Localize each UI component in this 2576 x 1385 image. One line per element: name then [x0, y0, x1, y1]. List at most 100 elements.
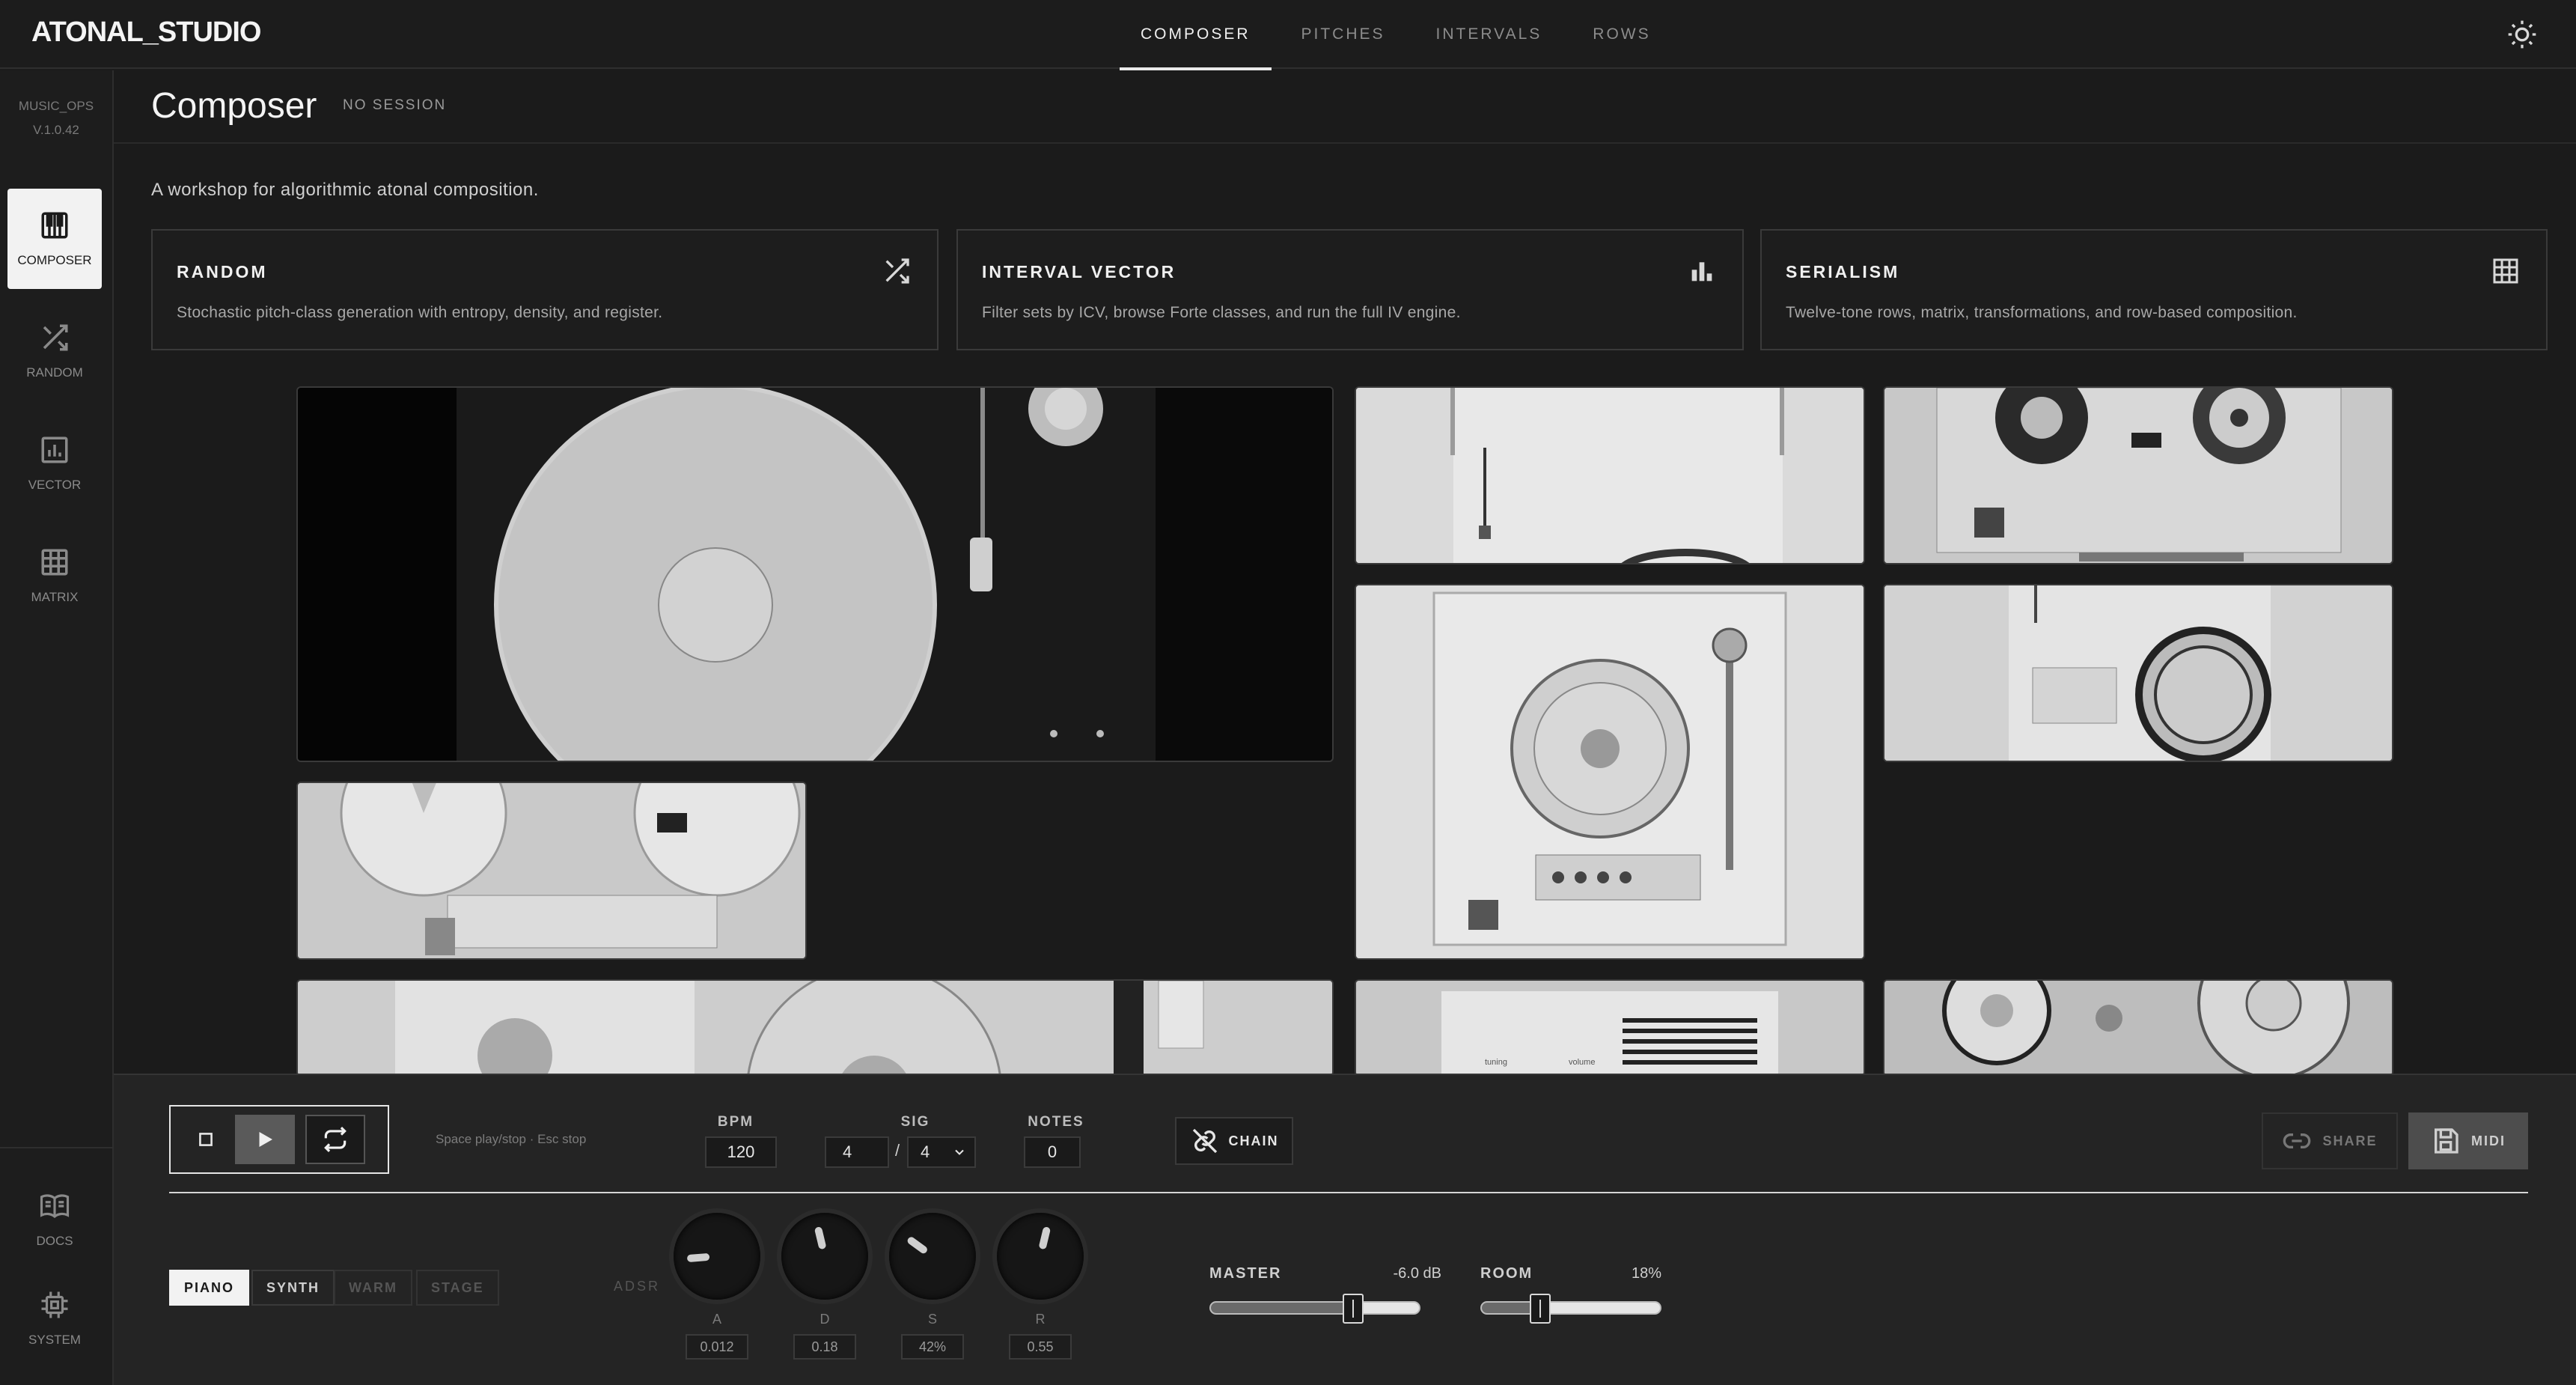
stop-icon	[199, 1133, 213, 1146]
sidebar-item-random[interactable]: RANDOM	[7, 301, 102, 401]
knob-pointer	[686, 1252, 710, 1263]
master-label: MASTER	[1209, 1265, 1282, 1282]
midi-export-button[interactable]: MIDI	[2408, 1112, 2528, 1169]
chain-button[interactable]: CHAIN	[1175, 1117, 1293, 1165]
panel-divider	[169, 1192, 2528, 1193]
sig-denominator-value: 4	[921, 1142, 930, 1161]
master-slider-thumb[interactable]	[1342, 1294, 1364, 1324]
top-nav: COMPOSER PITCHES INTERVALS ROWS	[1115, 0, 1676, 70]
sidebar-item-docs[interactable]: DOCS	[7, 1178, 102, 1261]
bpm-label: BPM	[717, 1114, 754, 1130]
tuning-label: tuning	[1485, 1058, 1507, 1067]
share-button[interactable]: SHARE	[2262, 1112, 2398, 1169]
chip-icon	[41, 1291, 68, 1318]
theme-toggle-button[interactable]	[2503, 15, 2542, 54]
unlink-icon	[1192, 1128, 1217, 1154]
sig-denominator-select[interactable]: 4	[907, 1136, 976, 1168]
tab-pitches[interactable]: PITCHES	[1276, 0, 1411, 69]
sun-icon	[2508, 20, 2536, 49]
preset-stage[interactable]: STAGE	[416, 1270, 499, 1306]
card-description: Stochastic pitch-class generation with e…	[177, 304, 663, 321]
sustain-value: 42%	[901, 1334, 964, 1360]
attack-value: 0.012	[686, 1334, 748, 1360]
playback-panel: Space play/stop · Esc stop BPM 120 SIG 4…	[114, 1074, 2576, 1385]
gallery-tile-turntable-long[interactable]	[296, 979, 1334, 1077]
shuffle-icon	[885, 258, 909, 284]
sidebar-item-label: SYSTEM	[28, 1333, 81, 1347]
sig-numerator-input[interactable]: 4	[825, 1136, 889, 1168]
gallery-tile-radio-panel[interactable]	[1355, 386, 1865, 564]
reel-tape-closeup-image	[1884, 981, 2392, 1075]
gallery-tile-radio-speaker[interactable]	[1883, 584, 2393, 762]
top-bar: ATONAL_STUDIO COMPOSER PITCHES INTERVALS…	[0, 0, 2576, 70]
bar-chart-icon	[41, 436, 68, 463]
notes-count: 0	[1024, 1136, 1081, 1168]
book-icon	[40, 1194, 70, 1219]
attack-knob[interactable]	[674, 1213, 760, 1300]
tab-rows[interactable]: ROWS	[1567, 0, 1676, 69]
preset-piano[interactable]: PIANO	[169, 1270, 250, 1306]
loop-button[interactable]	[305, 1115, 365, 1164]
card-description: Twelve-tone rows, matrix, transformation…	[1786, 304, 2298, 321]
main-content: Composer NO SESSION A workshop for algor…	[114, 70, 2576, 1077]
share-label: SHARE	[2322, 1133, 2378, 1148]
turntable-image	[298, 388, 1332, 761]
grid-icon	[2493, 258, 2518, 284]
piano-icon	[41, 212, 68, 239]
card-interval-vector[interactable]: INTERVAL VECTOR Filter sets by ICV, brow…	[956, 229, 1744, 350]
play-button[interactable]	[235, 1115, 295, 1164]
stop-button[interactable]	[187, 1115, 225, 1164]
radio-speaker-image	[1884, 585, 2392, 761]
room-slider-track[interactable]	[1480, 1301, 1661, 1315]
loop-icon	[324, 1127, 347, 1152]
gallery-tile-radio-tuning[interactable]: tuning volume	[1355, 979, 1865, 1077]
decay-label: D	[820, 1312, 830, 1327]
gallery-tile-turntable[interactable]	[296, 386, 1334, 762]
card-serialism[interactable]: SERIALISM Twelve-tone rows, matrix, tran…	[1760, 229, 2548, 350]
gallery-tile-reel-tape-deck[interactable]	[296, 782, 807, 960]
preset-warm[interactable]: WARM	[334, 1270, 412, 1306]
tab-composer[interactable]: COMPOSER	[1115, 0, 1276, 70]
release-knob[interactable]	[997, 1213, 1084, 1300]
card-random[interactable]: RANDOM Stochastic pitch-class generation…	[151, 229, 938, 350]
room-slider-thumb[interactable]	[1529, 1294, 1551, 1324]
attack-label: A	[712, 1312, 721, 1327]
decay-value: 0.18	[793, 1334, 856, 1360]
sidebar-item-matrix[interactable]: MATRIX	[7, 526, 102, 626]
sidebar-divider	[0, 1147, 112, 1148]
adsr-label: ADSR	[614, 1279, 661, 1294]
play-icon	[259, 1132, 272, 1147]
sig-separator: /	[895, 1141, 900, 1160]
release-label: R	[1035, 1312, 1046, 1327]
bpm-input[interactable]: 120	[705, 1136, 777, 1168]
reel-tape-deck-image	[298, 783, 805, 958]
sidebar-meta-name: MUSIC_OPS	[18, 99, 94, 113]
sidebar-item-system[interactable]: SYSTEM	[7, 1277, 102, 1360]
card-title: RANDOM	[177, 262, 268, 281]
link-icon	[2283, 1133, 2311, 1148]
sidebar-item-label: DOCS	[36, 1234, 73, 1248]
app-logo[interactable]: ATONAL_STUDIO	[31, 16, 261, 49]
gallery-tile-reel-to-reel[interactable]	[1883, 386, 2393, 564]
session-status: NO SESSION	[343, 97, 447, 113]
page-description: A workshop for algorithmic atonal compos…	[151, 180, 539, 200]
transport-controls	[169, 1105, 389, 1174]
chain-label: CHAIN	[1228, 1133, 1279, 1148]
master-slider-track[interactable]	[1209, 1301, 1420, 1315]
tab-intervals[interactable]: INTERVALS	[1411, 0, 1568, 69]
reel-to-reel-image	[1884, 388, 2392, 563]
decay-knob[interactable]	[781, 1213, 868, 1300]
room-value: 18%	[1631, 1265, 1661, 1282]
gallery-tile-turntable-plexiglass[interactable]	[1355, 584, 1865, 960]
midi-label: MIDI	[2471, 1133, 2506, 1148]
preset-synth[interactable]: SYNTH	[251, 1270, 335, 1306]
sidebar-item-composer[interactable]: COMPOSER	[7, 189, 102, 289]
sustain-knob[interactable]	[889, 1213, 976, 1300]
radio-tuning-image: tuning volume	[1356, 981, 1864, 1075]
save-icon	[2435, 1128, 2459, 1154]
card-title: SERIALISM	[1786, 262, 1900, 281]
sidebar-item-vector[interactable]: VECTOR	[7, 413, 102, 514]
sidebar-item-label: COMPOSER	[17, 253, 92, 267]
gallery-tile-reel-tape-closeup[interactable]	[1883, 979, 2393, 1077]
release-value: 0.55	[1009, 1334, 1072, 1360]
